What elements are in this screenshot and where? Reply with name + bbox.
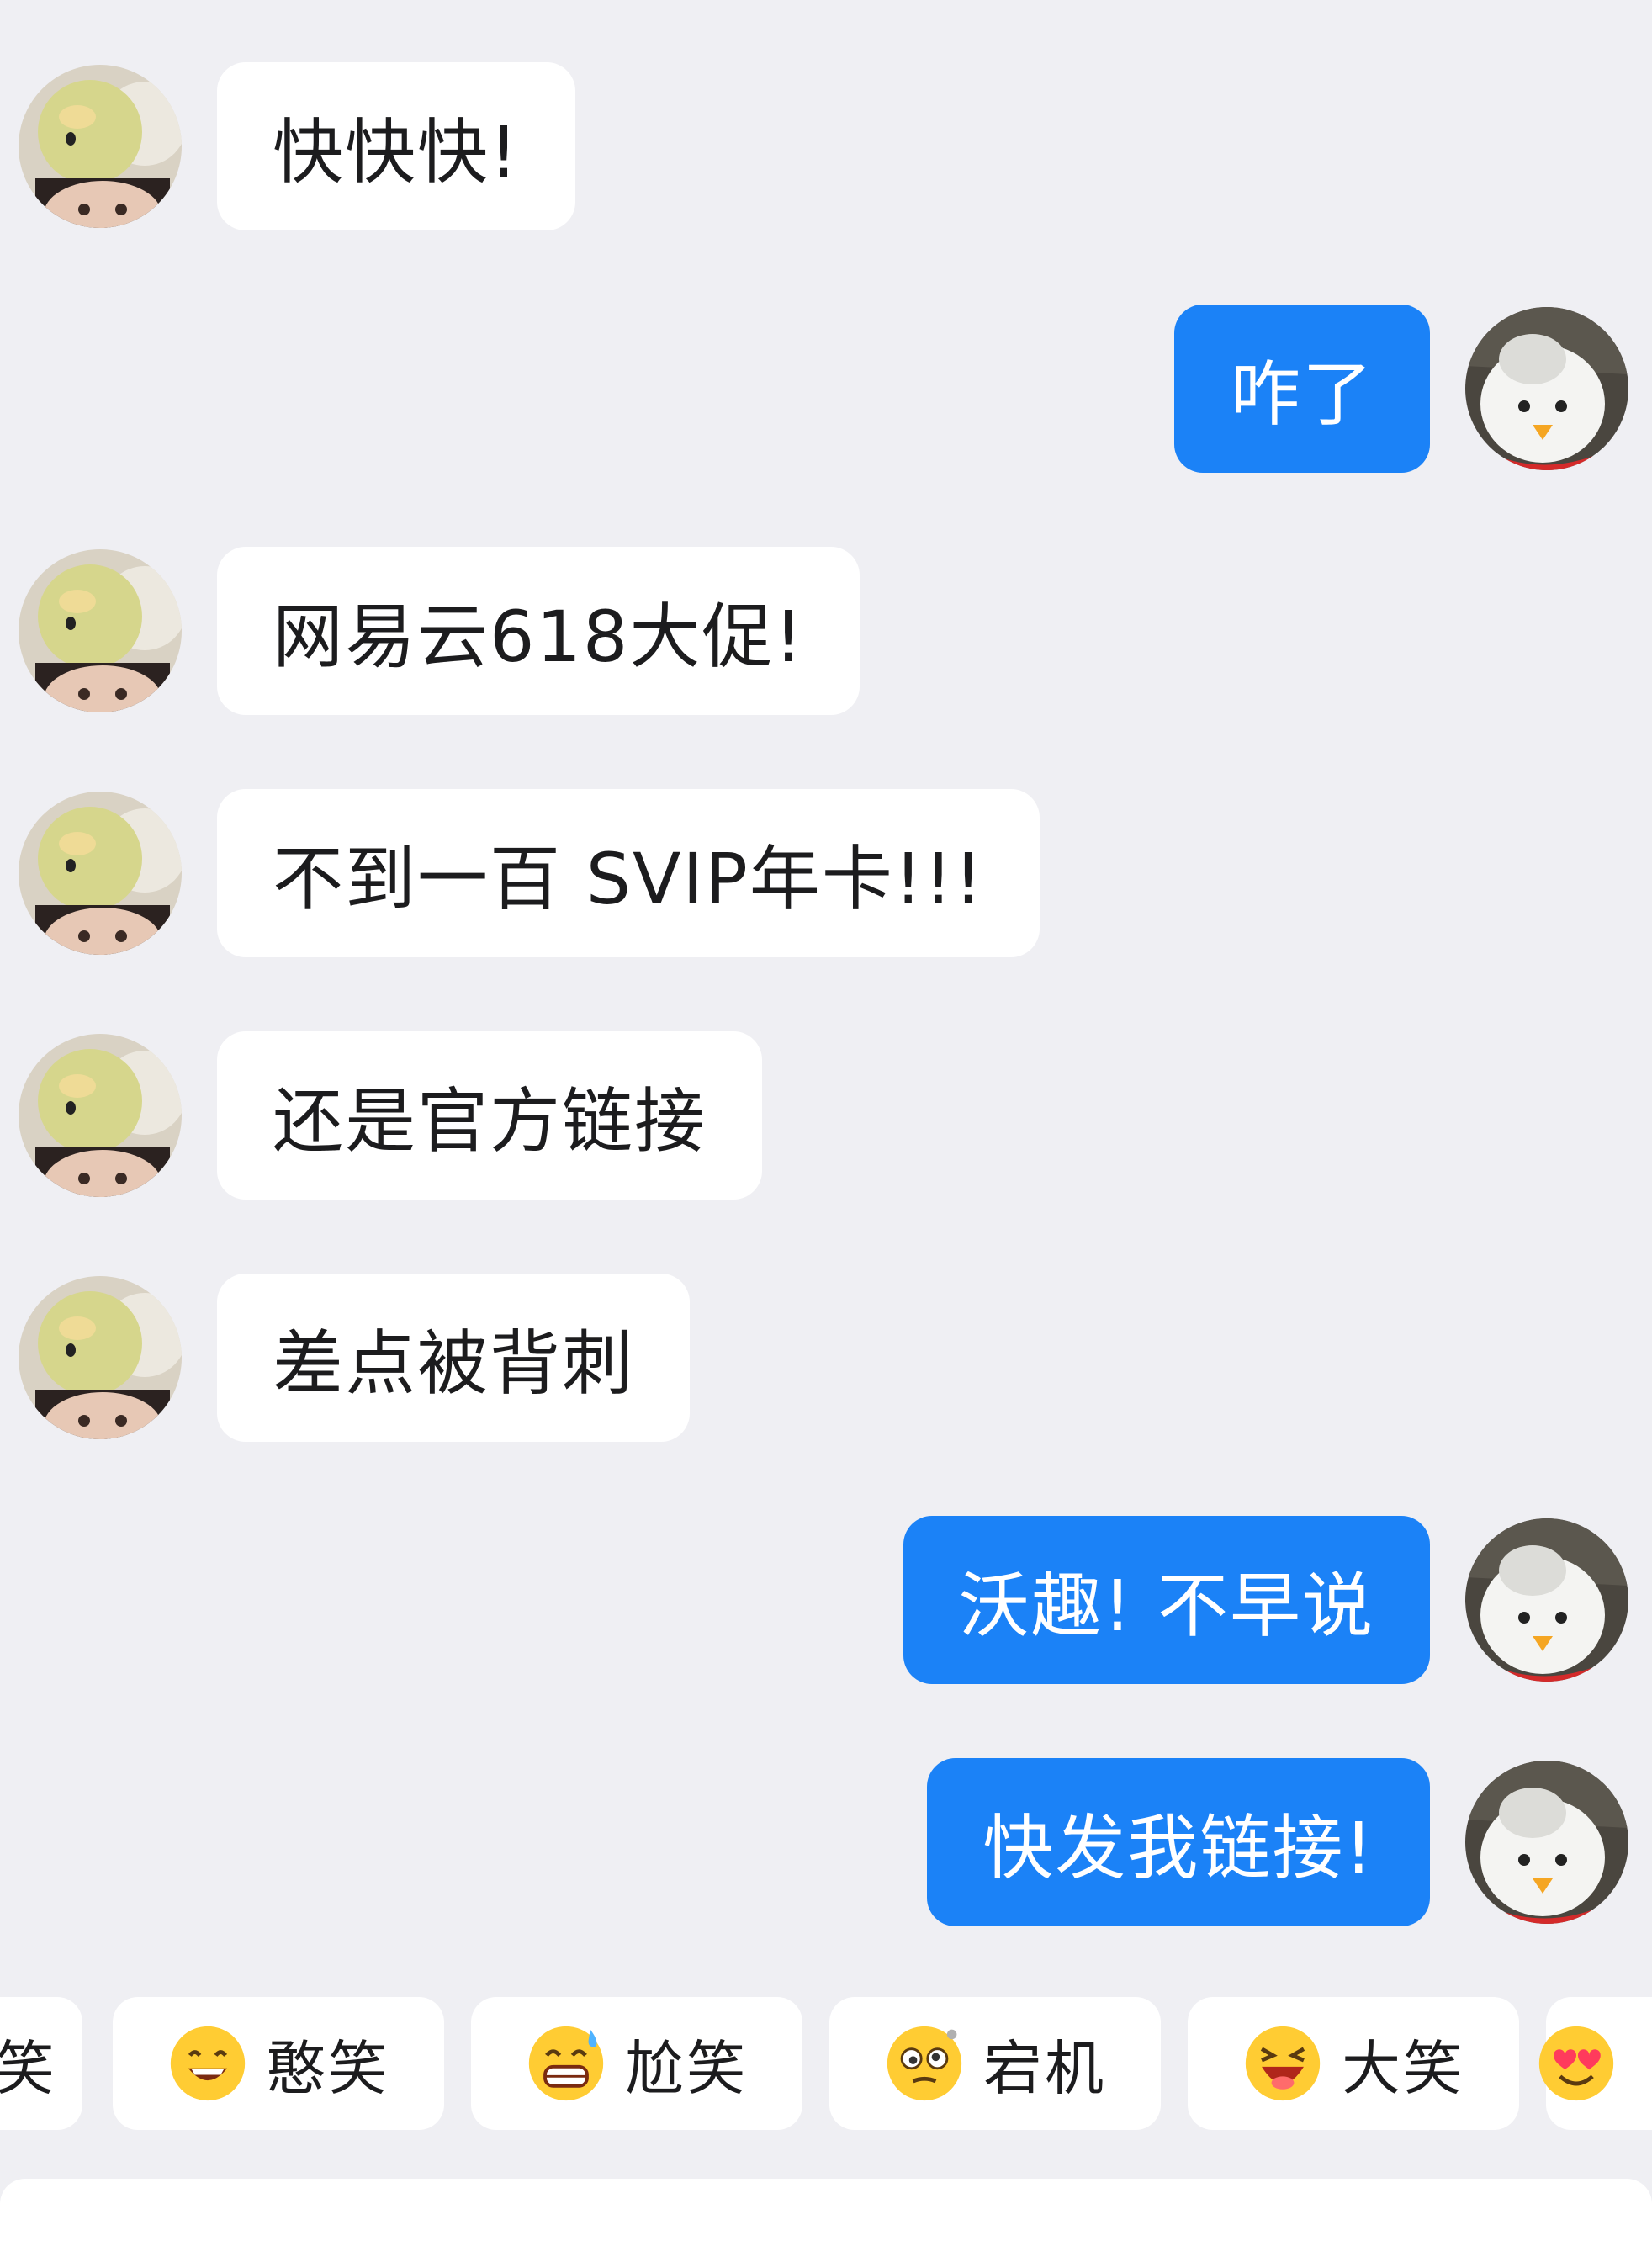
quick-reply-chip[interactable]: 宕机 [829, 1997, 1161, 2130]
user-avatar[interactable] [1465, 1761, 1628, 1924]
message-bubble-incoming[interactable]: 网易云618大促! [217, 547, 860, 715]
message-bubble-incoming[interactable]: 还是官方链接 [217, 1031, 763, 1200]
quick-reply-label: 宕机 [983, 2033, 1106, 2103]
quick-reply-chip[interactable]: 憨笑 [113, 1997, 444, 2130]
quick-reply-chip[interactable]: 笑 [0, 1997, 82, 2130]
quick-reply-label: 笑 [0, 2033, 57, 2103]
message-row-outgoing: 沃趣! 不早说 [0, 1516, 1652, 1684]
message-bubble-outgoing[interactable]: 咋了 [1173, 305, 1430, 473]
sweat-grin-emoji-icon [528, 2026, 604, 2101]
contact-avatar[interactable] [19, 549, 182, 712]
message-row-incoming: 网易云618大促! [0, 547, 1652, 715]
quick-reply-chip[interactable]: 大笑 [1188, 1997, 1519, 2130]
heart-eyes-emoji-icon [1538, 2026, 1614, 2101]
message-bubble-incoming[interactable]: 快快快! [217, 62, 575, 230]
message-bubble-outgoing[interactable]: 沃趣! 不早说 [903, 1516, 1430, 1684]
contact-avatar[interactable] [19, 65, 182, 228]
quick-reply-chip[interactable] [1538, 1997, 1652, 2130]
message-row-incoming: 差点被背刺 [0, 1274, 1652, 1442]
message-row-incoming: 快快快! [0, 62, 1652, 230]
message-row-outgoing: 咋了 [0, 305, 1652, 473]
dizzy-emoji-icon [887, 2026, 962, 2101]
message-row-incoming: 不到一百 SVIP年卡!!! [0, 789, 1652, 957]
quick-reply-label: 大笑 [1342, 2033, 1464, 2103]
contact-avatar[interactable] [19, 792, 182, 955]
quick-reply-bar: 笑 憨笑 尬笑 宕机 大笑 [0, 1997, 1652, 2132]
contact-avatar[interactable] [19, 1034, 182, 1197]
quick-reply-label: 尬笑 [625, 2033, 748, 2103]
user-avatar[interactable] [1465, 1518, 1628, 1682]
grin-emoji-icon [170, 2026, 246, 2101]
message-row-incoming: 还是官方链接 [0, 1031, 1652, 1200]
contact-avatar[interactable] [19, 1276, 182, 1439]
user-avatar[interactable] [1465, 307, 1628, 470]
message-bubble-incoming[interactable]: 不到一百 SVIP年卡!!! [217, 789, 1040, 957]
message-row-outgoing: 快发我链接! [0, 1758, 1652, 1926]
laughing-emoji-icon [1245, 2026, 1321, 2101]
quick-reply-label: 憨笑 [267, 2033, 389, 2103]
quick-reply-chip[interactable]: 尬笑 [471, 1997, 802, 2130]
message-bubble-outgoing[interactable]: 快发我链接! [927, 1758, 1430, 1926]
message-bubble-incoming[interactable]: 差点被背刺 [217, 1274, 691, 1442]
message-input-area[interactable] [0, 2179, 1652, 2246]
